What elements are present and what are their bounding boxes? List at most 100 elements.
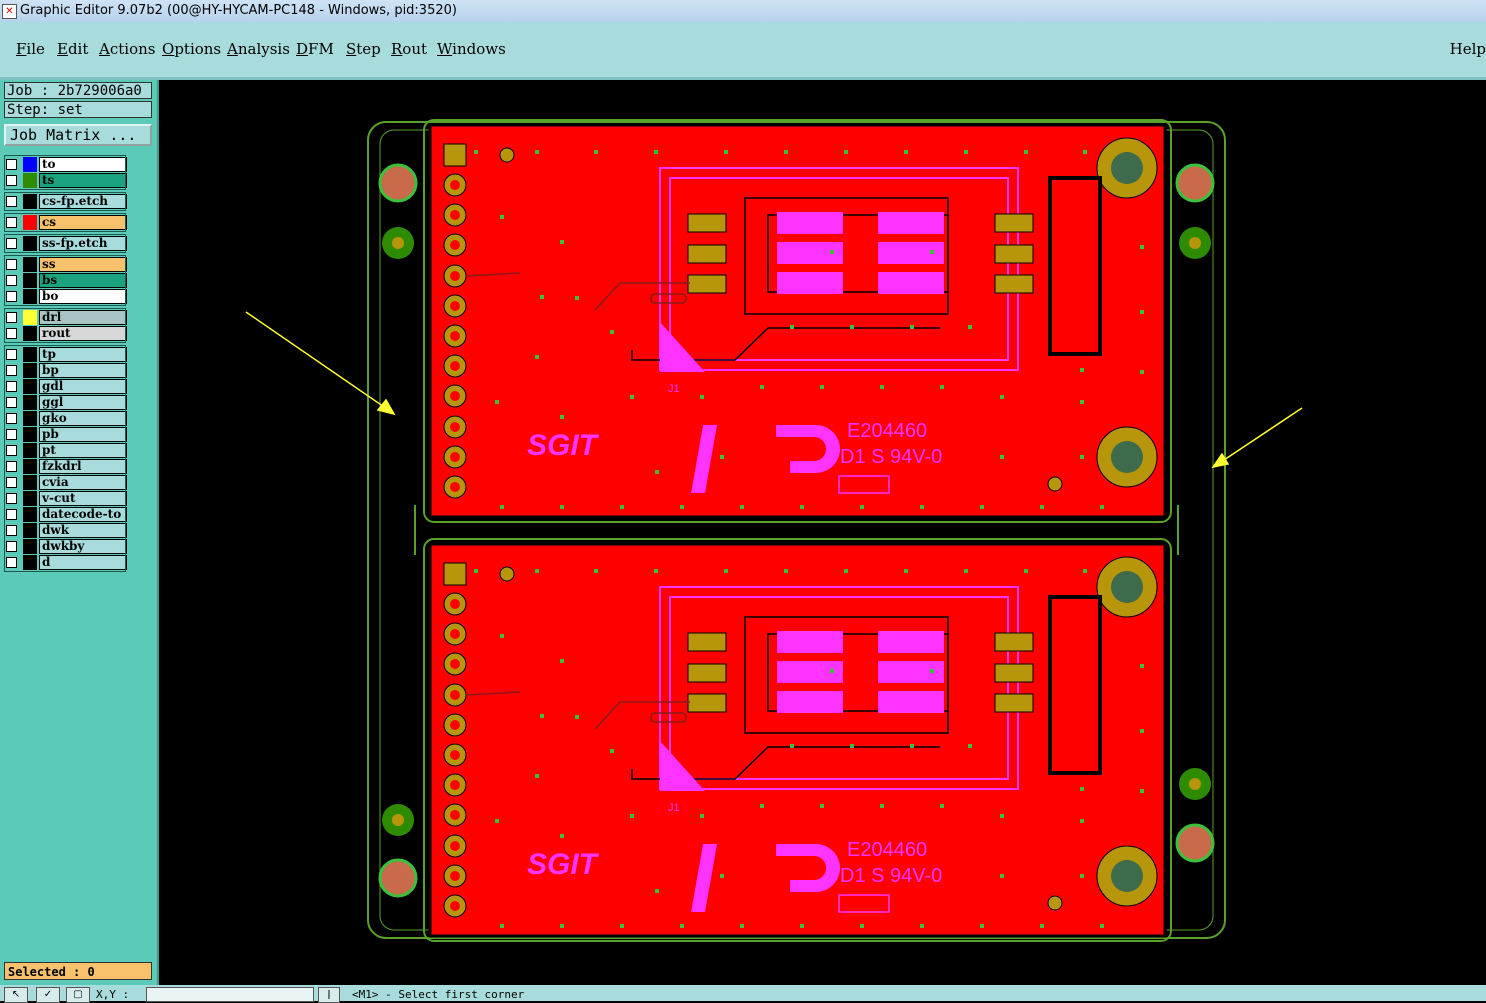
layer-checkbox[interactable] — [6, 493, 17, 504]
layer-color-swatch[interactable] — [23, 475, 37, 490]
layer-name[interactable]: tp — [39, 347, 127, 362]
layer-name[interactable]: d — [39, 555, 127, 570]
layer-color-swatch[interactable] — [23, 507, 37, 522]
layer-name[interactable]: bp — [39, 363, 127, 378]
layer-row-bs[interactable]: bs — [4, 273, 127, 288]
layer-row-ss-fp.etch[interactable]: ss-fp.etch — [4, 236, 127, 251]
layer-checkbox[interactable] — [6, 349, 17, 360]
graphic-canvas[interactable]: SGIT E204460 D1 S 94V-0 J1 SGIT E204460 … — [159, 80, 1486, 985]
layer-checkbox[interactable] — [6, 238, 17, 249]
layer-name[interactable]: gdl — [39, 379, 127, 394]
menu-actions[interactable]: Actions — [99, 40, 155, 58]
layer-color-swatch[interactable] — [23, 427, 37, 442]
layer-name[interactable]: cs-fp.etch — [39, 194, 127, 209]
layer-row-ts[interactable]: ts — [4, 173, 127, 188]
layer-row-gdl[interactable]: gdl — [4, 379, 127, 394]
layer-row-dwkby[interactable]: dwkby — [4, 539, 127, 554]
layer-name[interactable]: ss-fp.etch — [39, 236, 127, 251]
layer-color-swatch[interactable] — [23, 347, 37, 362]
layer-checkbox[interactable] — [6, 275, 17, 286]
layer-checkbox[interactable] — [6, 365, 17, 376]
layer-name[interactable]: gko — [39, 411, 127, 426]
layer-checkbox[interactable] — [6, 175, 17, 186]
layer-checkbox[interactable] — [6, 509, 17, 520]
layer-color-swatch[interactable] — [23, 395, 37, 410]
layer-row-bo[interactable]: bo — [4, 289, 127, 304]
layer-name[interactable]: rout — [39, 326, 127, 341]
layer-checkbox[interactable] — [6, 312, 17, 323]
layer-color-swatch[interactable] — [23, 173, 37, 188]
menu-options[interactable]: Options — [162, 40, 221, 58]
layer-color-swatch[interactable] — [23, 411, 37, 426]
layer-row-to[interactable]: to — [4, 157, 127, 172]
layer-checkbox[interactable] — [6, 259, 17, 270]
layer-name[interactable]: dwk — [39, 523, 127, 538]
job-matrix-button[interactable]: Job Matrix ... — [4, 124, 152, 146]
layer-name[interactable]: pb — [39, 427, 127, 442]
layer-row-cs-fp.etch[interactable]: cs-fp.etch — [4, 194, 127, 209]
layer-name[interactable]: pt — [39, 443, 127, 458]
layer-color-swatch[interactable] — [23, 443, 37, 458]
layer-name[interactable]: cvia — [39, 475, 127, 490]
layer-color-swatch[interactable] — [23, 326, 37, 341]
layer-name[interactable]: bs — [39, 273, 127, 288]
menu-dfm[interactable]: DFM — [296, 40, 334, 58]
layer-row-drl[interactable]: drl — [4, 310, 127, 325]
layer-name[interactable]: datecode-to — [39, 507, 127, 522]
menu-file[interactable]: File — [16, 40, 45, 58]
layer-checkbox[interactable] — [6, 381, 17, 392]
layer-row-ggl[interactable]: ggl — [4, 395, 127, 410]
layer-color-swatch[interactable] — [23, 236, 37, 251]
layer-checkbox[interactable] — [6, 217, 17, 228]
layer-row-bp[interactable]: bp — [4, 363, 127, 378]
layer-name[interactable]: bo — [39, 289, 127, 304]
layer-color-swatch[interactable] — [23, 273, 37, 288]
layer-name[interactable]: fzkdrl — [39, 459, 127, 474]
layer-row-pt[interactable]: pt — [4, 443, 127, 458]
layer-color-swatch[interactable] — [23, 491, 37, 506]
layer-checkbox[interactable] — [6, 397, 17, 408]
layer-checkbox[interactable] — [6, 328, 17, 339]
layer-name[interactable]: drl — [39, 310, 127, 325]
layer-row-tp[interactable]: tp — [4, 347, 127, 362]
layer-color-swatch[interactable] — [23, 523, 37, 538]
layer-row-cs[interactable]: cs — [4, 215, 127, 230]
menu-step[interactable]: Step — [346, 40, 381, 58]
layer-row-datecode-to[interactable]: datecode-to — [4, 507, 127, 522]
layer-color-swatch[interactable] — [23, 459, 37, 474]
layer-color-swatch[interactable] — [23, 289, 37, 304]
menu-edit[interactable]: Edit — [57, 40, 88, 58]
layer-color-swatch[interactable] — [23, 310, 37, 325]
layer-color-swatch[interactable] — [23, 539, 37, 554]
layer-checkbox[interactable] — [6, 557, 17, 568]
layer-checkbox[interactable] — [6, 541, 17, 552]
menu-analysis[interactable]: Analysis — [227, 40, 290, 58]
layer-color-swatch[interactable] — [23, 363, 37, 378]
layer-name[interactable]: cs — [39, 215, 127, 230]
layer-checkbox[interactable] — [6, 291, 17, 302]
menu-windows[interactable]: Windows — [437, 40, 506, 58]
layer-checkbox[interactable] — [6, 196, 17, 207]
layer-row-v-cut[interactable]: v-cut — [4, 491, 127, 506]
layer-row-fzkdrl[interactable]: fzkdrl — [4, 459, 127, 474]
layer-name[interactable]: ggl — [39, 395, 127, 410]
menu-help[interactable]: Help — [1450, 40, 1486, 58]
layer-row-pb[interactable]: pb — [4, 427, 127, 442]
layer-checkbox[interactable] — [6, 525, 17, 536]
layer-row-gko[interactable]: gko — [4, 411, 127, 426]
layer-checkbox[interactable] — [6, 461, 17, 472]
layer-color-swatch[interactable] — [23, 379, 37, 394]
layer-checkbox[interactable] — [6, 445, 17, 456]
layer-checkbox[interactable] — [6, 429, 17, 440]
menu-rout[interactable]: Rout — [391, 40, 427, 58]
layer-name[interactable]: ss — [39, 257, 127, 272]
layer-row-cvia[interactable]: cvia — [4, 475, 127, 490]
layer-row-rout[interactable]: rout — [4, 326, 127, 341]
layer-name[interactable]: dwkby — [39, 539, 127, 554]
layer-name[interactable]: ts — [39, 173, 127, 188]
layer-color-swatch[interactable] — [23, 257, 37, 272]
layer-name[interactable]: v-cut — [39, 491, 127, 506]
xy-field[interactable] — [146, 987, 314, 1002]
layer-color-swatch[interactable] — [23, 215, 37, 230]
layer-row-ss[interactable]: ss — [4, 257, 127, 272]
